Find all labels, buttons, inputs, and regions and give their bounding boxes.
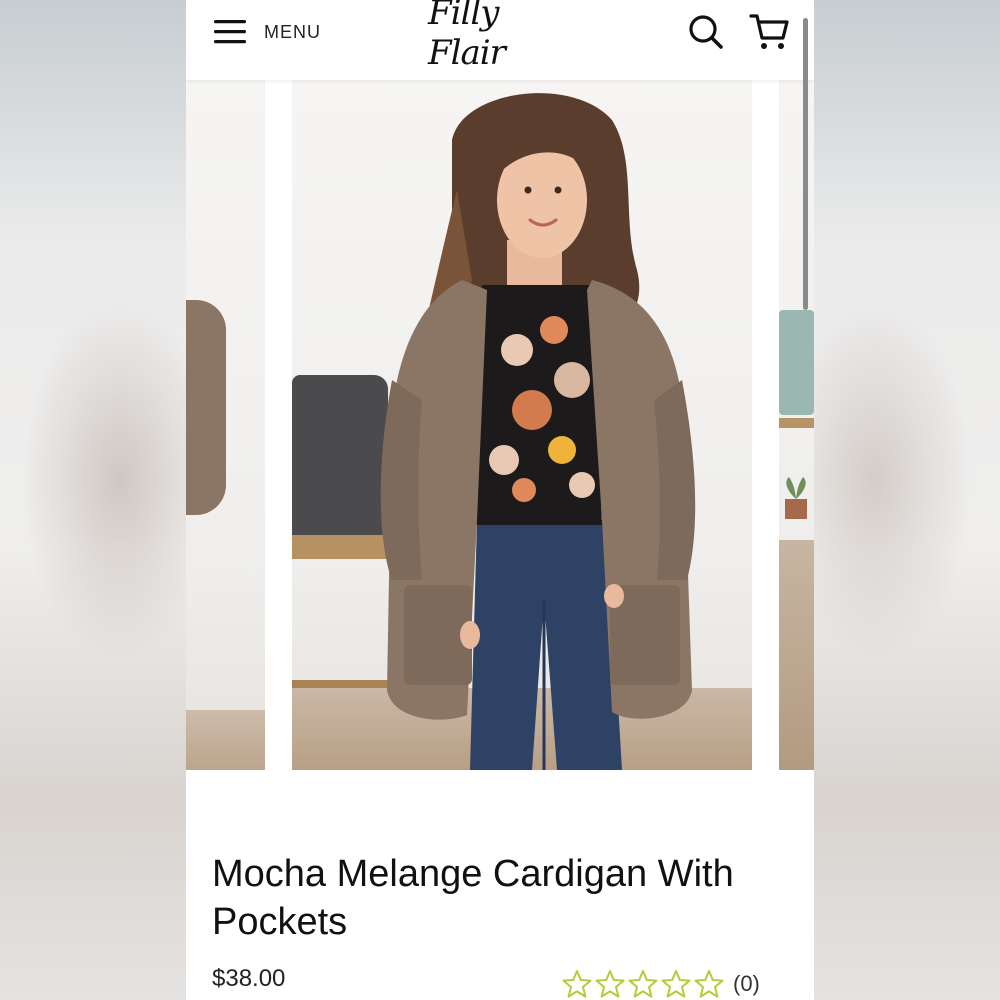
prev-floor — [186, 710, 265, 770]
hamburger-icon — [214, 20, 246, 44]
scrollbar[interactable] — [803, 18, 808, 310]
cart-button[interactable] — [748, 10, 792, 54]
star-outline-icon — [562, 970, 592, 998]
phone-screen: MENU Filly Flair Mocha Melange Cardigan … — [186, 0, 814, 1000]
product-price: $38.00 — [212, 965, 286, 992]
wooden-shelf — [779, 418, 814, 428]
star-outline-icon — [595, 970, 625, 998]
search-button[interactable] — [686, 12, 726, 52]
review-count[interactable]: (0) — [733, 971, 760, 997]
product-image-main[interactable] — [292, 80, 752, 770]
product-image-next[interactable] — [779, 80, 814, 770]
model-photo — [380, 93, 696, 770]
menu-label: MENU — [264, 21, 321, 42]
site-header: MENU Filly Flair — [186, 0, 814, 80]
logo-text: Filly Flair — [428, 0, 506, 73]
star-outline-icon — [661, 970, 691, 998]
prev-cardigan-sleeve — [186, 300, 226, 515]
menu-button[interactable]: MENU — [214, 16, 321, 48]
cart-icon — [749, 14, 789, 49]
star-outline-icon — [628, 970, 658, 998]
next-floor — [779, 540, 814, 770]
teal-pillow — [779, 310, 814, 415]
star-outline-icon — [694, 970, 724, 998]
search-icon — [689, 15, 723, 49]
site-logo[interactable]: Filly Flair — [428, 0, 578, 73]
rating-stars[interactable]: (0) — [562, 969, 760, 999]
backdrop-left — [0, 0, 186, 1000]
backdrop-right — [814, 0, 1000, 1000]
product-image-carousel[interactable] — [186, 80, 814, 770]
product-title: Mocha Melange Cardigan With Pockets — [212, 853, 734, 943]
plant-pot — [785, 477, 807, 519]
product-image-prev[interactable] — [186, 80, 265, 770]
